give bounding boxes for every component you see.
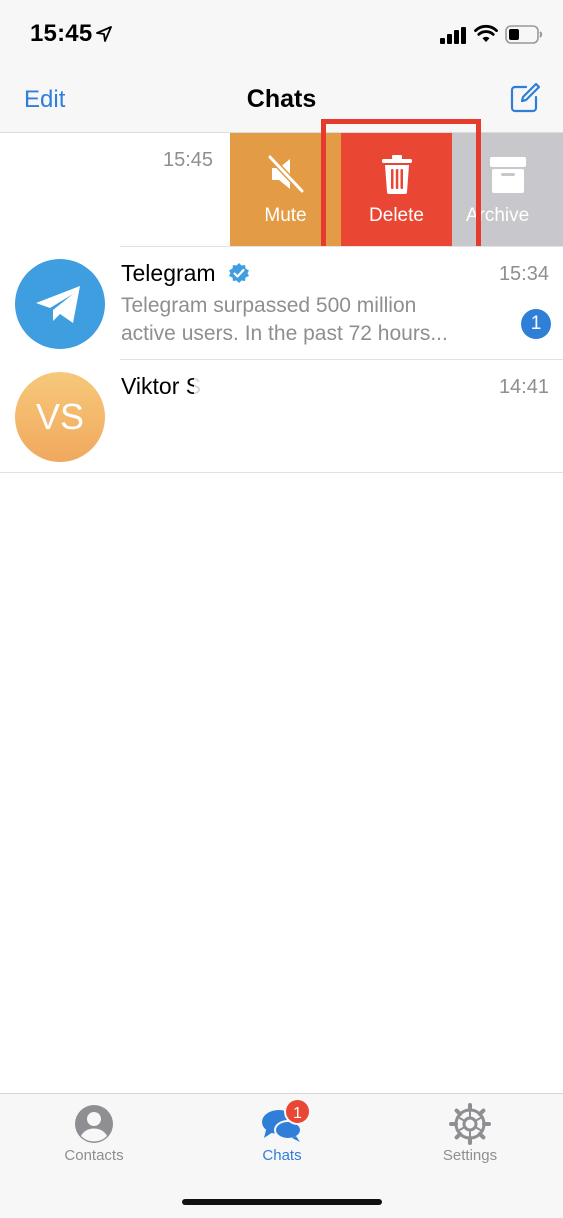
battery-icon xyxy=(505,25,543,44)
location-arrow-icon xyxy=(96,26,112,42)
row-separator xyxy=(120,359,563,360)
cellular-signal-icon xyxy=(440,27,466,44)
unread-badge: 1 xyxy=(521,309,551,339)
archive-icon xyxy=(489,157,526,193)
compose-icon[interactable] xyxy=(509,82,541,114)
message-preview: Telegram surpassed 500 million active us… xyxy=(121,292,506,348)
chat-time: 15:34 xyxy=(498,263,549,285)
verified-badge-icon xyxy=(229,263,249,283)
tab-label: Settings xyxy=(442,1147,498,1164)
status-time: 15:45 xyxy=(30,20,93,47)
tab-chats[interactable]: 1 Chats xyxy=(188,1094,376,1174)
gear-icon xyxy=(449,1103,491,1145)
chat-name: Telegram xyxy=(121,260,216,286)
chat-time: 14:41 xyxy=(498,376,549,398)
home-indicator xyxy=(182,1199,382,1205)
tab-label: Chats xyxy=(262,1147,302,1164)
person-circle-icon xyxy=(75,1105,113,1143)
chat-row-viktor[interactable]: VS Viktor S 14:41 xyxy=(0,359,563,472)
row-separator xyxy=(120,246,563,247)
tab-settings[interactable]: Settings xyxy=(376,1094,563,1174)
avatar xyxy=(15,259,105,349)
telegram-logo-icon xyxy=(36,286,80,323)
status-bar: 15:45 xyxy=(0,0,563,66)
wifi-icon xyxy=(474,24,498,42)
preview-line: Telegram surpassed 500 million xyxy=(121,294,417,317)
redaction-blur xyxy=(194,375,484,403)
preview-line: active users. In the past 72 hours... xyxy=(121,322,448,345)
tab-badge: 1 xyxy=(284,1098,311,1125)
chat-name: Viktor S xyxy=(121,373,202,399)
highlight-box xyxy=(321,119,481,264)
page-title: Chats xyxy=(246,85,317,113)
chat-time: 15:45 xyxy=(163,149,214,171)
avatar: VS xyxy=(15,372,105,462)
mute-icon xyxy=(267,154,304,194)
list-end-separator xyxy=(0,472,563,473)
chat-row-telegram[interactable]: Telegram 15:34 Telegram surpassed 500 mi… xyxy=(0,246,563,359)
tab-label: Contacts xyxy=(64,1147,124,1164)
tab-contacts[interactable]: Contacts xyxy=(0,1094,188,1174)
